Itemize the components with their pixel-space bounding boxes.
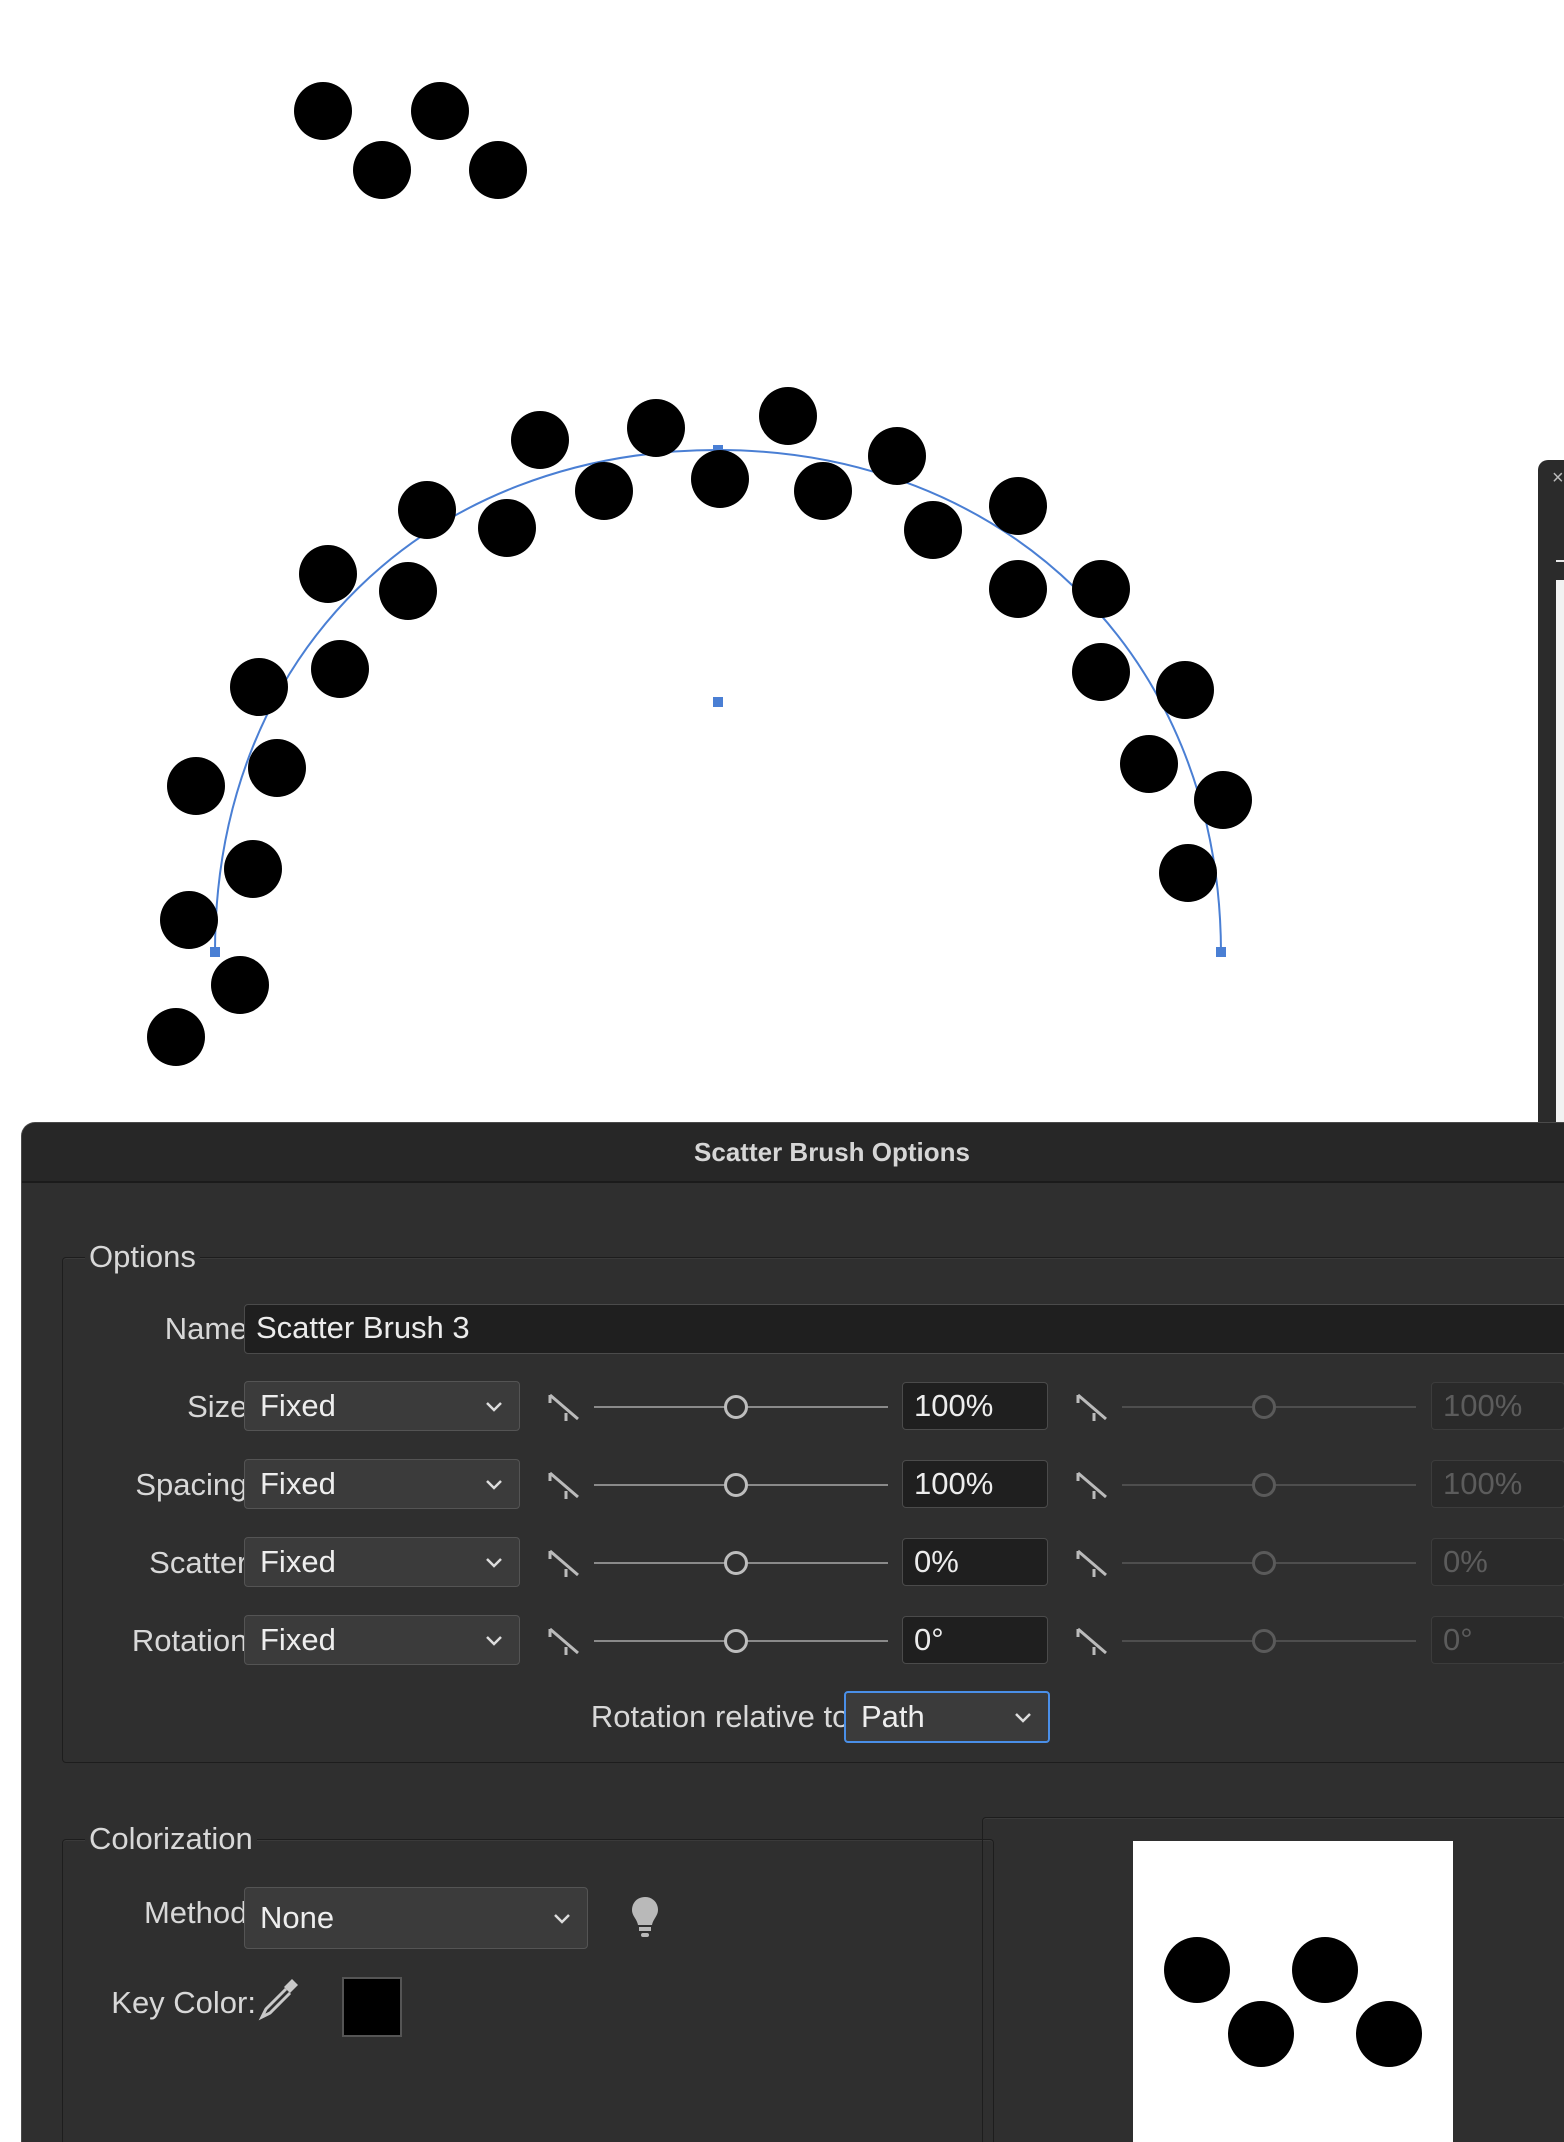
rotation-min-input[interactable]: 0° bbox=[902, 1616, 1048, 1664]
rotation-relative-label: Rotation relative to: bbox=[590, 1699, 858, 1734]
rotation-mode-value: Fixed bbox=[260, 1622, 336, 1657]
pressure-slider-icon bbox=[1076, 1471, 1107, 1499]
side-panel-edge: × bbox=[1538, 460, 1564, 1140]
colorization-group-label: Colorization bbox=[85, 1821, 257, 1857]
pressure-slider-icon[interactable] bbox=[548, 1625, 580, 1657]
name-input[interactable]: Scatter Brush 3 bbox=[244, 1304, 1564, 1354]
method-value: None bbox=[260, 1900, 335, 1935]
brush-preview bbox=[1133, 1841, 1453, 2142]
size-mode-select[interactable]: Fixed bbox=[244, 1381, 520, 1431]
chevron-down-icon bbox=[554, 1914, 570, 1924]
scatter-label: Scatter: bbox=[149, 1545, 256, 1580]
pressure-slider-icon[interactable] bbox=[548, 1391, 580, 1423]
key-color-swatch[interactable] bbox=[342, 1977, 402, 2037]
scatter-max-input: 0% bbox=[1431, 1538, 1564, 1586]
rotation-label: Rotation: bbox=[131, 1623, 256, 1658]
size-label: Size: bbox=[187, 1389, 256, 1424]
scatter-min-input[interactable]: 0% bbox=[902, 1538, 1048, 1586]
artboard-canvas[interactable] bbox=[0, 0, 1564, 1140]
pressure-slider-icon bbox=[1076, 1627, 1107, 1655]
pressure-slider-icon[interactable] bbox=[548, 1547, 580, 1579]
pressure-slider-icon bbox=[1076, 1393, 1107, 1421]
chevron-down-icon bbox=[486, 1480, 502, 1490]
close-icon[interactable]: × bbox=[1552, 468, 1564, 488]
scatter-mode-select[interactable]: Fixed bbox=[244, 1537, 520, 1587]
scatter-min-slider-knob[interactable] bbox=[724, 1551, 748, 1575]
scatter-brush-options-dialog: Scatter Brush Options Options Name: Scat… bbox=[21, 1122, 1564, 2142]
rotation-relative-select[interactable]: Path bbox=[844, 1691, 1050, 1743]
size-min-slider-knob[interactable] bbox=[724, 1395, 748, 1419]
spacing-max-slider-knob bbox=[1252, 1473, 1276, 1497]
lightbulb-icon[interactable] bbox=[630, 1895, 660, 1939]
pressure-slider-icon[interactable] bbox=[548, 1469, 580, 1501]
scatter-max-slider-knob bbox=[1252, 1551, 1276, 1575]
dialog-title: Scatter Brush Options bbox=[694, 1137, 970, 1167]
method-label: Method: bbox=[143, 1895, 256, 1930]
name-label: Name: bbox=[164, 1311, 256, 1346]
size-mode-value: Fixed bbox=[260, 1388, 336, 1423]
eyedropper-icon[interactable] bbox=[254, 1973, 304, 2023]
key-color-label: Key Color: bbox=[111, 1985, 256, 2020]
spacing-max-input: 100% bbox=[1431, 1460, 1564, 1508]
size-max-input: 100% bbox=[1431, 1382, 1564, 1430]
rotation-max-slider-knob bbox=[1252, 1629, 1276, 1653]
preview-dots bbox=[1164, 1937, 1422, 2067]
chevron-down-icon bbox=[1015, 1713, 1031, 1723]
chevron-down-icon bbox=[486, 1402, 502, 1412]
chevron-down-icon bbox=[486, 1636, 502, 1646]
size-max-slider-knob bbox=[1252, 1395, 1276, 1419]
dialog-titlebar[interactable]: Scatter Brush Options bbox=[22, 1123, 1564, 1183]
options-group-label: Options bbox=[85, 1239, 200, 1275]
artwork bbox=[147, 82, 1252, 1066]
chevron-down-icon bbox=[486, 1558, 502, 1568]
panel-list bbox=[1556, 580, 1564, 1140]
spacing-min-slider-knob[interactable] bbox=[724, 1473, 748, 1497]
scatter-mode-value: Fixed bbox=[260, 1544, 336, 1579]
rotation-relative-value: Path bbox=[861, 1699, 925, 1734]
pressure-slider-icon bbox=[1076, 1549, 1107, 1577]
method-select[interactable]: None bbox=[244, 1887, 588, 1949]
brush-source-art[interactable] bbox=[294, 82, 527, 199]
panel-divider bbox=[1556, 560, 1564, 562]
path-anchor-points[interactable] bbox=[210, 445, 1226, 957]
rotation-max-input: 0° bbox=[1431, 1616, 1564, 1664]
spacing-mode-select[interactable]: Fixed bbox=[244, 1459, 520, 1509]
rotation-mode-select[interactable]: Fixed bbox=[244, 1615, 520, 1665]
size-min-input[interactable]: 100% bbox=[902, 1382, 1048, 1430]
scattered-dots bbox=[147, 387, 1252, 1066]
spacing-min-input[interactable]: 100% bbox=[902, 1460, 1048, 1508]
rotation-min-slider-knob[interactable] bbox=[724, 1629, 748, 1653]
spacing-mode-value: Fixed bbox=[260, 1466, 336, 1501]
spacing-label: Spacing: bbox=[135, 1467, 256, 1502]
